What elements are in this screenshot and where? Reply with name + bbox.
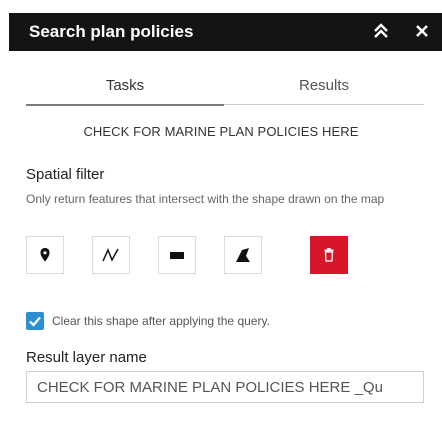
polygon-icon xyxy=(233,246,253,264)
tab-tasks[interactable]: Tasks xyxy=(26,74,224,106)
search-plan-policies-panel: Search plan policies Tasks Results CHECK… xyxy=(0,0,442,429)
delete-shape-button[interactable] xyxy=(310,236,348,274)
draw-polygon-button[interactable] xyxy=(224,236,262,274)
spatial-filter-heading: Spatial filter xyxy=(26,166,105,183)
panel-header: Search plan policies xyxy=(9,13,442,51)
point-icon xyxy=(39,247,51,263)
rectangle-icon xyxy=(168,249,186,261)
draw-rectangle-button[interactable] xyxy=(158,236,196,274)
result-layer-name-input[interactable] xyxy=(26,371,424,403)
polyline-icon xyxy=(101,246,121,264)
query-name-label: CHECK FOR MARINE PLAN POLICIES HERE xyxy=(83,124,359,139)
trash-icon xyxy=(323,248,335,262)
checkmark-icon xyxy=(29,316,41,327)
tab-bar: Tasks Results xyxy=(26,74,424,106)
draw-point-button[interactable] xyxy=(26,236,64,274)
clear-shape-label: Clear this shape after applying the quer… xyxy=(52,314,270,328)
double-chevron-up-icon[interactable] xyxy=(370,19,392,43)
result-layer-heading: Result layer name xyxy=(26,349,147,366)
spatial-filter-description: Only return features that intersect with… xyxy=(26,192,385,206)
close-icon[interactable] xyxy=(411,19,433,43)
draw-polyline-button[interactable] xyxy=(92,236,130,274)
clear-shape-checkbox[interactable] xyxy=(26,312,44,330)
tab-results[interactable]: Results xyxy=(224,74,424,105)
panel-title: Search plan policies xyxy=(29,22,194,41)
